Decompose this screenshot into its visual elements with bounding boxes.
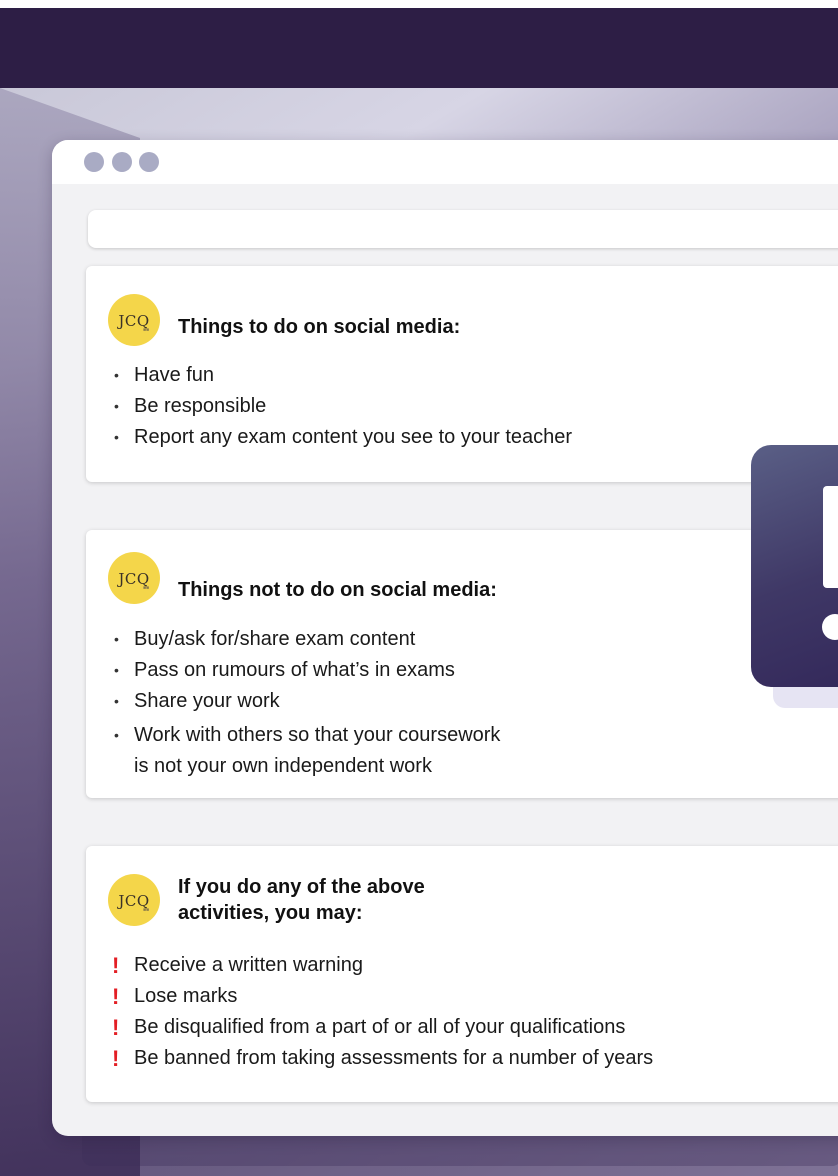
warning-icon: !: [112, 984, 120, 1009]
window-dot-icon[interactable]: [84, 152, 104, 172]
browser-window: JCQ ■■ Things to do on social media: • Ha…: [52, 140, 838, 1136]
not-todo-list: • Buy/ask for/share exam content • Pass on…: [108, 624, 500, 782]
card-title: Things not to do on social media:: [178, 579, 497, 601]
list-item: • Have fun: [114, 364, 215, 386]
top-header-band: [0, 8, 838, 88]
consequences-list: ! Receive a written warning ! Lose marks !…: [108, 950, 653, 1074]
card-title: If you do any of the above activities, y…: [178, 876, 425, 924]
window-dot-icon[interactable]: [139, 152, 159, 172]
list-item: • Pass on rumours of what’s in exams: [114, 659, 455, 681]
card-title: Things to do on social media:: [178, 316, 461, 338]
list-item: • Be responsible: [114, 395, 267, 417]
list-item: ! Receive a written warning: [108, 950, 653, 981]
window-dot-icon[interactable]: [112, 152, 132, 172]
jcq-logo: JCQ ■■: [108, 552, 160, 604]
card-consequences: JCQ ■■ If you do any of the above activi…: [86, 846, 838, 1102]
alert-exclamation-icon: [823, 486, 838, 588]
list-item: • Buy/ask for/share exam content: [114, 628, 416, 650]
card-things-to-do: JCQ ■■ Things to do on social media: • Ha…: [86, 266, 838, 482]
card-things-not-to-do: JCQ ■■ Things not to do on social media:…: [86, 530, 838, 798]
list-item: ! Lose marks: [108, 981, 653, 1012]
window-titlebar: [52, 140, 838, 184]
list-item: • Share your work: [114, 690, 280, 712]
todo-list: • Have fun • Be responsible • Report any ex…: [108, 360, 572, 453]
warning-icon: !: [112, 1046, 120, 1071]
address-bar[interactable]: [88, 210, 838, 248]
list-item: ! Be banned from taking assessments for a…: [108, 1043, 653, 1074]
warning-icon: !: [112, 1015, 120, 1040]
jcq-logo: JCQ ■■: [108, 294, 160, 346]
jcq-logo: JCQ ■■: [108, 874, 160, 926]
list-item: • Report any exam content you see to your…: [114, 426, 573, 448]
warning-icon: !: [112, 953, 120, 978]
list-item: • Work with others so that your coursewor…: [114, 724, 501, 777]
list-item: ! Be disqualified from a part of or all o…: [108, 1012, 653, 1043]
